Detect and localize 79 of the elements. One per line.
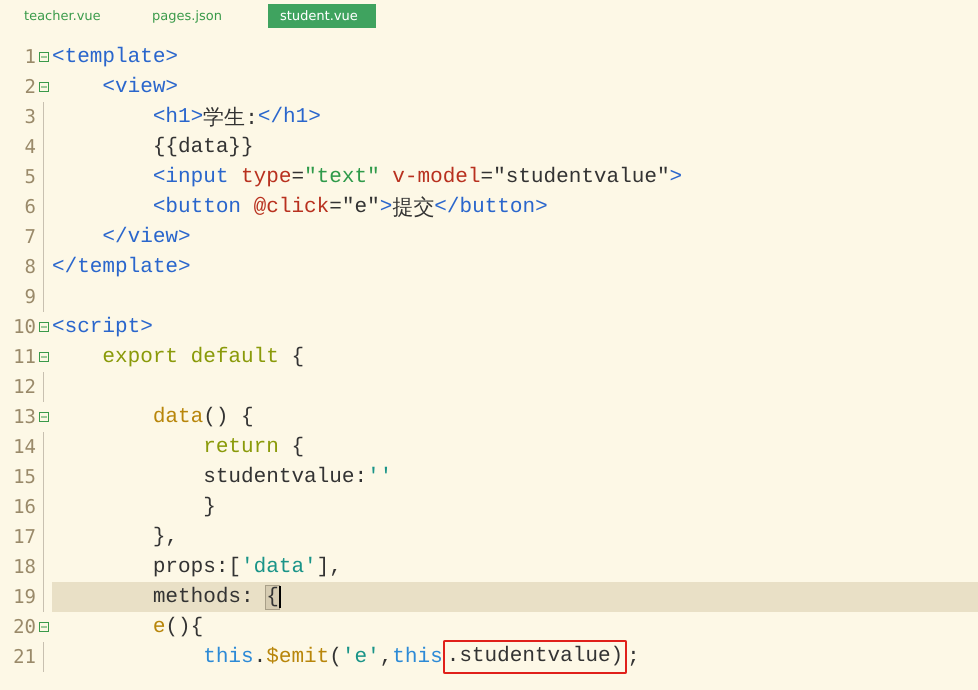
collapse-icon[interactable] [39, 82, 49, 92]
code-token: </button> [434, 196, 548, 218]
code-token: v-model [391, 166, 481, 188]
code-token: > [670, 166, 682, 188]
code-token: () { [203, 406, 254, 428]
line-number: 16 [12, 496, 36, 518]
collapse-icon[interactable] [39, 622, 49, 632]
line-number: 6 [24, 196, 36, 218]
code-token: 'e' [342, 646, 380, 668]
code-token: <view> [101, 76, 178, 98]
code-token: > [380, 196, 392, 218]
line-number: 12 [12, 376, 36, 398]
code-token: this [392, 646, 443, 668]
code-token: <button [152, 196, 242, 218]
code-token: return [202, 436, 279, 458]
code-token: }, [152, 526, 178, 548]
code-token: ( [329, 646, 342, 668]
line-number: 18 [12, 556, 36, 578]
collapse-icon[interactable] [39, 352, 49, 362]
line-number: 11 [12, 346, 36, 368]
line-number: 14 [12, 436, 36, 458]
code-token: (){ [165, 616, 204, 638]
line-number: 13 [12, 406, 36, 428]
code-token: props:[ [152, 556, 242, 578]
code-token: this [202, 646, 254, 668]
code-token: 提交 [392, 195, 434, 221]
line-number: 4 [24, 136, 36, 158]
line-number: 15 [12, 466, 36, 488]
code-token: } [202, 496, 216, 518]
code-token: , [380, 646, 392, 668]
code-token: <template> [52, 46, 178, 68]
code-token: ="e" [329, 196, 380, 218]
collapse-icon[interactable] [39, 322, 49, 332]
text-cursor [278, 586, 281, 608]
line-number: 17 [12, 526, 36, 548]
code-token: { [290, 346, 304, 368]
code-token: @click [254, 196, 330, 218]
code-token: "text" [304, 166, 380, 188]
code-token: studentvalue: [202, 466, 368, 488]
code-token: 'data' [241, 556, 317, 578]
code-token: </view> [101, 226, 191, 248]
code-token: methods: [152, 586, 255, 608]
code-token: type [241, 166, 292, 188]
line-number: 8 [24, 256, 36, 278]
code-token: .studentvalue) [446, 645, 624, 668]
line-number: 20 [12, 616, 36, 638]
file-tab[interactable]: teacher.vue [12, 4, 120, 28]
code-token: <input [152, 166, 230, 188]
collapse-icon[interactable] [39, 52, 49, 62]
line-number: 10 [12, 316, 36, 338]
line-number: 2 [24, 76, 36, 98]
file-tab[interactable]: student.vue [268, 4, 376, 28]
collapse-icon[interactable] [39, 412, 49, 422]
code-token: '' [367, 466, 392, 488]
code-token: export default [101, 346, 279, 368]
line-number: 21 [12, 646, 36, 668]
code-token: ], [316, 556, 342, 578]
code-token: e [152, 616, 166, 638]
code-token: { [266, 586, 279, 608]
line-number: 9 [24, 286, 36, 308]
line-number: 3 [24, 106, 36, 128]
code-token: data [152, 406, 204, 428]
code-token: </template> [52, 256, 191, 278]
file-tab[interactable]: pages.json [140, 4, 248, 28]
code-token: 学生: [203, 106, 258, 131]
code-token: </h1> [258, 106, 321, 128]
code-token: ; [627, 646, 640, 668]
code-token: ="studentvalue" [480, 166, 670, 188]
code-token: = [291, 166, 304, 188]
code-token: {{data}} [152, 136, 254, 158]
code-token: $emit [266, 646, 330, 668]
code-token: <script> [52, 316, 153, 338]
line-number: 1 [24, 46, 36, 68]
code-token: <h1> [152, 106, 204, 128]
line-number: 7 [24, 226, 36, 248]
code-token: { [290, 436, 304, 458]
line-number: 5 [24, 166, 36, 188]
line-number: 19 [12, 586, 36, 608]
code-token: . [254, 646, 266, 668]
